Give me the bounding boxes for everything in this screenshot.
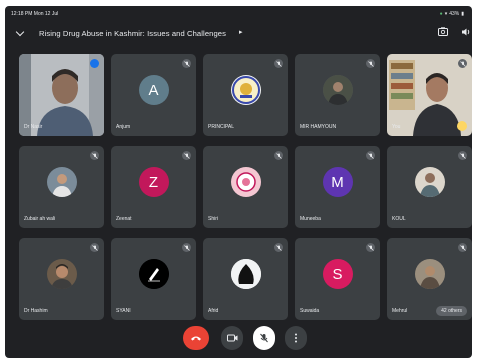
battery-icon: ▮ [461, 11, 464, 17]
muted-mic-icon [182, 151, 191, 160]
muted-mic-icon [458, 243, 467, 252]
meeting-header: Rising Drug Abuse in Kashmir: Issues and… [5, 20, 472, 46]
status-bar: 12:18 PM Mon 12 Jul ● ▾ 43% ▮ [5, 6, 472, 20]
participant-name: You [392, 124, 401, 130]
muted-mic-icon [274, 59, 283, 68]
status-time: 12:18 PM Mon 12 Jul [11, 11, 59, 17]
participant-avatar [230, 167, 261, 198]
participant-tile[interactable]: Dr Hashim [19, 238, 104, 320]
meeting-title[interactable]: Rising Drug Abuse in Kashmir: Issues and… [39, 29, 226, 38]
participant-name: Anjum [116, 124, 131, 130]
status-indicators: ● ▾ 43% ▮ [440, 11, 464, 17]
participant-avatar [414, 259, 445, 290]
participant-avatar [414, 167, 445, 198]
participant-name: Suwaida [300, 308, 320, 314]
participant-tile[interactable]: Afrid [203, 238, 288, 320]
muted-mic-icon [90, 243, 99, 252]
meeting-details-arrow-icon[interactable]: ▸ [239, 28, 243, 36]
more-options-button[interactable] [285, 326, 307, 350]
participant-avatar [322, 75, 353, 106]
end-call-button[interactable] [183, 326, 209, 350]
microphone-toggle-button[interactable] [253, 326, 275, 350]
participant-tile[interactable]: PRINCIPAL [203, 54, 288, 136]
participant-tile[interactable]: Mehrul 42 others [387, 238, 472, 320]
muted-mic-icon [366, 151, 375, 160]
participant-avatar: S [322, 259, 353, 290]
participant-tile[interactable]: Zubair ah wali [19, 146, 104, 228]
muted-mic-icon [274, 151, 283, 160]
profile-photo [46, 259, 77, 290]
participant-avatar [230, 259, 261, 290]
participant-name: Afrid [208, 308, 219, 314]
participant-name: Dr Nasir [24, 124, 43, 130]
participant-name: Zeenat [116, 216, 132, 222]
mic-off-icon [260, 333, 268, 343]
muted-mic-icon [458, 59, 467, 68]
participant-name: Muneeba [300, 216, 321, 222]
profile-photo [322, 75, 353, 106]
participant-avatar [230, 75, 261, 106]
participant-name: MIR HAMYOUN [300, 124, 337, 130]
muted-mic-icon [366, 59, 375, 68]
hang-up-icon [191, 336, 201, 340]
muted-mic-icon [274, 243, 283, 252]
participant-name: Shiri [208, 216, 219, 222]
participant-name: Dr Hashim [24, 308, 48, 314]
participant-name: Zubair ah wali [24, 216, 56, 222]
profile-photo [230, 259, 261, 290]
battery-percent: 43% [449, 11, 460, 17]
muted-mic-icon [458, 151, 467, 160]
others-count-pill[interactable]: 42 others [436, 306, 467, 316]
camera-toggle-button[interactable] [221, 326, 243, 350]
participant-avatar: Z [138, 167, 169, 198]
profile-photo [414, 167, 445, 198]
participant-name: PRINCIPAL [208, 124, 235, 130]
video-camera-icon [226, 334, 237, 342]
participant-avatar: M [322, 167, 353, 198]
participant-tile[interactable]: Dr Nasir [19, 54, 104, 136]
self-view-tile[interactable]: You [387, 54, 472, 136]
muted-mic-icon [182, 243, 191, 252]
participant-tile[interactable]: A Anjum [111, 54, 196, 136]
speaking-indicator-icon [90, 59, 99, 68]
muted-mic-icon [182, 59, 191, 68]
participant-name: SYANI [116, 308, 131, 314]
self-effects-icon[interactable] [457, 121, 467, 131]
speaker-icon[interactable] [461, 27, 471, 37]
participant-avatar [46, 167, 77, 198]
muted-mic-icon [366, 243, 375, 252]
profile-photo [46, 167, 77, 198]
muted-mic-icon [90, 151, 99, 160]
participant-tile[interactable]: MIR HAMYOUN [295, 54, 380, 136]
more-vert-icon [295, 333, 297, 343]
profile-photo [230, 167, 261, 198]
participant-tile[interactable]: Z Zeenat [111, 146, 196, 228]
college-emblem-icon [231, 76, 260, 105]
participant-tile[interactable]: S Suwaida [295, 238, 380, 320]
profile-photo [414, 259, 445, 290]
participant-avatar [138, 259, 169, 290]
collapse-chevron-icon[interactable] [15, 27, 25, 37]
participant-avatar [46, 259, 77, 290]
participant-name: KOUL [392, 216, 406, 222]
participant-tile[interactable]: KOUL [387, 146, 472, 228]
meet-window: 12:18 PM Mon 12 Jul ● ▾ 43% ▮ Rising Dru… [5, 6, 472, 358]
participant-avatar: A [138, 75, 169, 106]
pen-logo-icon [138, 259, 169, 290]
participant-tile[interactable]: SYANI [111, 238, 196, 320]
participant-tile[interactable]: M Muneeba [295, 146, 380, 228]
participant-tile[interactable]: Shiri [203, 146, 288, 228]
call-controls [5, 318, 472, 358]
mic-in-use-icon: ● [439, 11, 443, 17]
participant-name: Mehrul [392, 308, 408, 314]
switch-camera-icon[interactable] [438, 27, 448, 36]
wifi-icon: ▾ [444, 11, 448, 17]
